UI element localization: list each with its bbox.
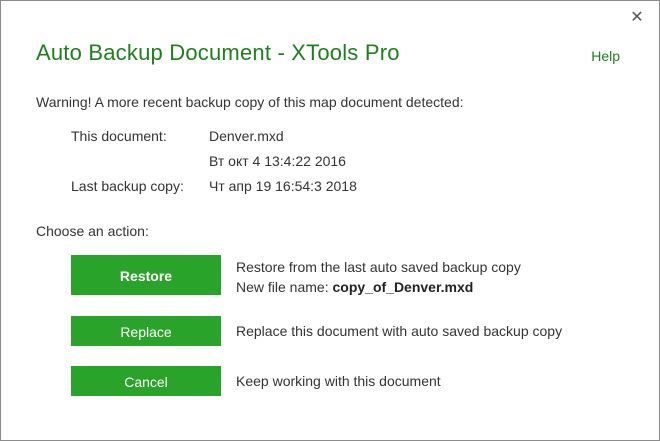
dialog-title: Auto Backup Document - XTools Pro — [36, 40, 400, 65]
restore-desc-line2: New file name: copy_of_Denver.mxd — [236, 277, 521, 297]
help-link[interactable]: Help — [591, 48, 620, 64]
backup-label: Last backup copy: — [71, 178, 184, 194]
cancel-description: Keep working with this document — [236, 373, 441, 389]
restore-description: Restore from the last auto saved backup … — [236, 257, 521, 297]
restore-filename: copy_of_Denver.mxd — [332, 279, 474, 295]
this-document-row: This document: Denver.mxd — [71, 128, 284, 144]
this-document-name: Denver.mxd — [209, 128, 284, 144]
restore-desc-prefix: New file name: — [236, 279, 333, 295]
this-document-date-row: Вт окт 4 13:4:22 2016 — [71, 153, 346, 169]
backup-date: Чт апр 19 16:54:3 2018 — [209, 178, 357, 194]
restore-button[interactable]: Restore — [71, 255, 221, 295]
replace-button[interactable]: Replace — [71, 316, 221, 346]
this-document-date: Вт окт 4 13:4:22 2016 — [209, 153, 346, 169]
this-document-label: This document: — [71, 128, 167, 144]
close-icon[interactable]: ✕ — [629, 10, 645, 26]
replace-description: Replace this document with auto saved ba… — [236, 323, 563, 339]
cancel-button[interactable]: Cancel — [71, 366, 221, 396]
backup-row: Last backup copy: Чт апр 19 16:54:3 2018 — [71, 178, 357, 194]
warning-text: Warning! A more recent backup copy of th… — [36, 94, 464, 110]
restore-desc-line1: Restore from the last auto saved backup … — [236, 259, 521, 275]
backup-dialog: ✕ Auto Backup Document - XTools Pro Help… — [0, 0, 660, 441]
choose-action-label: Choose an action: — [36, 223, 149, 239]
